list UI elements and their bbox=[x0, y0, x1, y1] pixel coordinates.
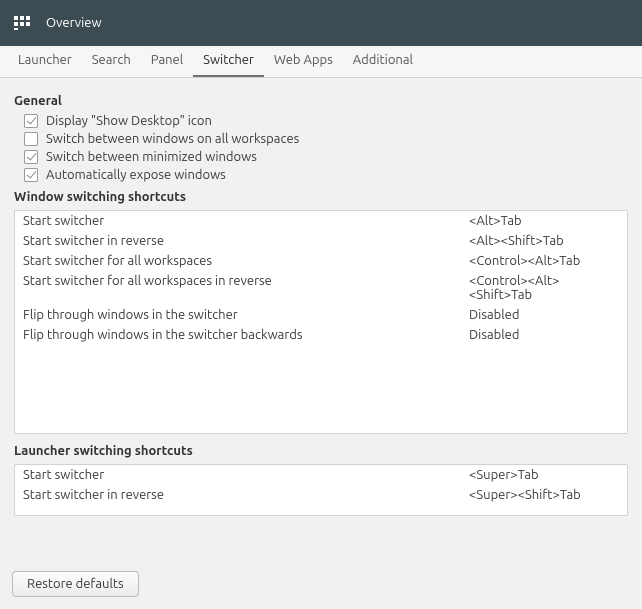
shortcut-value: <Alt>Tab bbox=[469, 214, 619, 228]
checkbox-icon[interactable] bbox=[24, 168, 38, 182]
checkbox-icon[interactable] bbox=[24, 150, 38, 164]
shortcut-value: Disabled bbox=[469, 328, 619, 342]
shortcut-row[interactable]: Start switcher <Super>Tab bbox=[15, 465, 627, 485]
shortcut-row[interactable]: Start switcher in reverse <Super><Shift>… bbox=[15, 485, 627, 505]
tab-additional[interactable]: Additional bbox=[343, 46, 423, 77]
shortcut-row[interactable]: Start switcher <Alt>Tab bbox=[15, 211, 627, 231]
content: General Display "Show Desktop" icon Swit… bbox=[0, 78, 642, 561]
launcher-shortcuts-list: Start switcher <Super>Tab Start switcher… bbox=[14, 464, 628, 516]
shortcut-label: Flip through windows in the switcher bac… bbox=[23, 328, 469, 342]
option-label: Switch between windows on all workspaces bbox=[46, 132, 299, 146]
shortcut-label: Start switcher for all workspaces bbox=[23, 254, 469, 268]
header: Overview bbox=[0, 0, 642, 46]
shortcut-label: Start switcher bbox=[23, 468, 469, 482]
option-label: Display "Show Desktop" icon bbox=[46, 114, 212, 128]
option-show-desktop-icon[interactable]: Display "Show Desktop" icon bbox=[14, 112, 628, 130]
checkbox-icon[interactable] bbox=[24, 132, 38, 146]
shortcut-row[interactable]: Start switcher for all workspaces <Contr… bbox=[15, 251, 627, 271]
tab-search[interactable]: Search bbox=[82, 46, 141, 77]
checkbox-icon[interactable] bbox=[24, 114, 38, 128]
shortcut-value: <Super><Shift>Tab bbox=[469, 488, 619, 502]
page-title: Overview bbox=[46, 16, 102, 30]
shortcut-label: Start switcher bbox=[23, 214, 469, 228]
tab-web-apps[interactable]: Web Apps bbox=[264, 46, 343, 77]
option-switch-all-workspaces[interactable]: Switch between windows on all workspaces bbox=[14, 130, 628, 148]
shortcut-value: <Super>Tab bbox=[469, 468, 619, 482]
shortcut-row[interactable]: Start switcher in reverse <Alt><Shift>Ta… bbox=[15, 231, 627, 251]
tab-panel[interactable]: Panel bbox=[141, 46, 193, 77]
grid-icon[interactable] bbox=[14, 16, 32, 30]
launcher-shortcuts-title: Launcher switching shortcuts bbox=[14, 444, 628, 458]
general-section-title: General bbox=[14, 94, 628, 108]
shortcut-value: <Control><Alt><Shift>Tab bbox=[469, 274, 619, 302]
option-auto-expose[interactable]: Automatically expose windows bbox=[14, 166, 628, 184]
shortcut-label: Start switcher in reverse bbox=[23, 234, 469, 248]
shortcut-label: Flip through windows in the switcher bbox=[23, 308, 469, 322]
shortcut-value: <Control><Alt>Tab bbox=[469, 254, 619, 268]
shortcut-value: Disabled bbox=[469, 308, 619, 322]
restore-defaults-button[interactable]: Restore defaults bbox=[12, 571, 139, 597]
shortcut-row[interactable]: Flip through windows in the switcher Dis… bbox=[15, 305, 627, 325]
shortcut-label: Start switcher for all workspaces in rev… bbox=[23, 274, 469, 302]
window-shortcuts-list: Start switcher <Alt>Tab Start switcher i… bbox=[14, 210, 628, 434]
footer: Restore defaults bbox=[0, 561, 642, 609]
tab-switcher[interactable]: Switcher bbox=[193, 46, 264, 77]
shortcut-row[interactable]: Start switcher for all workspaces in rev… bbox=[15, 271, 627, 305]
shortcut-value: <Alt><Shift>Tab bbox=[469, 234, 619, 248]
option-switch-minimized[interactable]: Switch between minimized windows bbox=[14, 148, 628, 166]
tab-bar: Launcher Search Panel Switcher Web Apps … bbox=[0, 46, 642, 78]
shortcut-row[interactable]: Flip through windows in the switcher bac… bbox=[15, 325, 627, 345]
shortcut-label: Start switcher in reverse bbox=[23, 488, 469, 502]
option-label: Switch between minimized windows bbox=[46, 150, 257, 164]
window-shortcuts-title: Window switching shortcuts bbox=[14, 190, 628, 204]
tab-launcher[interactable]: Launcher bbox=[8, 46, 82, 77]
option-label: Automatically expose windows bbox=[46, 168, 226, 182]
